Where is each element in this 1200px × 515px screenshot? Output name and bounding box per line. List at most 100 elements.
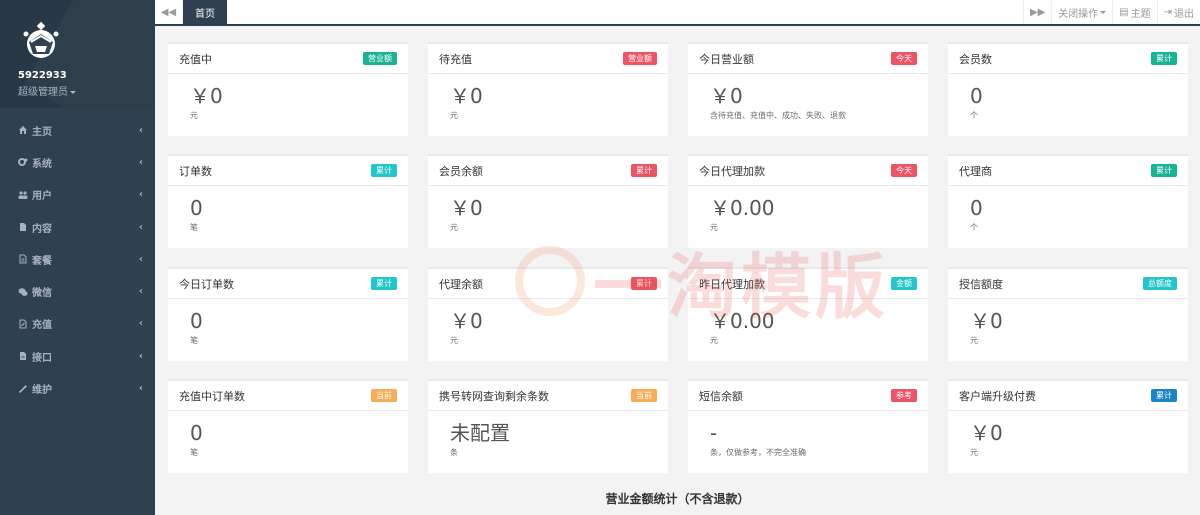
user-role-dropdown[interactable]: 超级管理员 bbox=[18, 83, 155, 98]
stat-card-header: 今日订单数 累计 bbox=[168, 269, 408, 299]
stat-card: 充值中 营业额 ￥0 元 bbox=[168, 42, 408, 136]
sidebar-item-package[interactable]: 套餐 ‹ bbox=[0, 243, 155, 275]
stat-card-badge: 累计 bbox=[1151, 389, 1177, 402]
stat-card-unit: 元 bbox=[710, 336, 718, 345]
stat-card-body: ￥0 元 bbox=[168, 74, 408, 121]
stat-card-header: 代理商 累计 bbox=[948, 156, 1188, 186]
stat-card-body: ￥0 元 bbox=[428, 299, 668, 346]
stat-card-unit: 元 bbox=[710, 223, 718, 232]
stat-card: 代理商 累计 0 个 bbox=[948, 154, 1188, 248]
cogs-icon bbox=[18, 157, 28, 167]
stat-card-badge: 金额 bbox=[891, 277, 917, 290]
stat-card-header: 短信余额 参考 bbox=[688, 381, 928, 411]
stat-card-value: ￥0 bbox=[190, 84, 223, 108]
revenue-section-title: 营业金额统计（不含退款） bbox=[605, 492, 750, 506]
sidebar-item-api[interactable]: 接口 ‹ bbox=[0, 340, 155, 372]
tab-home-label: 首页 bbox=[195, 8, 215, 20]
stat-card-header: 充值中 营业额 bbox=[168, 44, 408, 74]
stat-card-value: 0 bbox=[190, 421, 203, 445]
stat-card-title: 昨日代理加款 bbox=[699, 277, 765, 291]
file-edit-icon bbox=[18, 319, 28, 329]
file-icon bbox=[18, 222, 28, 232]
chevron-left-icon: ‹ bbox=[138, 350, 143, 362]
stat-card-value: ￥0 bbox=[450, 196, 483, 220]
stat-card-title: 今日营业额 bbox=[699, 52, 754, 66]
stat-card-title: 代理商 bbox=[959, 164, 992, 178]
wechat-icon bbox=[18, 287, 28, 297]
stat-card-value: ￥0 bbox=[970, 309, 1003, 333]
stat-card-badge: 累计 bbox=[1151, 164, 1177, 177]
stat-card-title: 携号转网查询剩余条数 bbox=[439, 389, 549, 403]
sidebar-item-label: 用户 bbox=[32, 191, 52, 203]
chevron-left-icon: ‹ bbox=[138, 156, 143, 168]
sidebar-item-content[interactable]: 内容 ‹ bbox=[0, 211, 155, 243]
stat-card-body: ￥0 含待充值、充值中、成功、失败、退款 bbox=[688, 74, 928, 121]
stat-card-title: 会员数 bbox=[959, 52, 992, 66]
stat-card-header: 今日营业额 今天 bbox=[688, 44, 928, 74]
chevron-left-icon: ‹ bbox=[138, 124, 143, 136]
stat-card-body: 0个 bbox=[948, 186, 1188, 233]
stat-card-value: 未配置 bbox=[450, 421, 510, 445]
sidebar-item-label: 主页 bbox=[32, 126, 52, 138]
theme-list-icon: ▤ bbox=[1119, 6, 1129, 18]
stat-card-title: 授信额度 bbox=[959, 277, 1003, 291]
stat-card-body: ￥0 元 bbox=[428, 74, 668, 121]
stat-card-value: 0 bbox=[190, 309, 203, 333]
stat-card-badge: 累计 bbox=[371, 164, 397, 177]
stat-card-value: ￥0.00 bbox=[710, 196, 775, 220]
stat-card-header: 会员余额 累计 bbox=[428, 156, 668, 186]
logout-button[interactable]: ⇥ 退出 bbox=[1156, 0, 1200, 24]
stat-card-badge: 总额度 bbox=[1143, 277, 1177, 290]
stat-card-badge: 营业额 bbox=[623, 52, 657, 65]
sidebar-item-home[interactable]: 主页 ‹ bbox=[0, 114, 155, 146]
stat-card-header: 授信额度 总额度 bbox=[948, 269, 1188, 299]
close-operations-dropdown[interactable]: 关闭操作 bbox=[1051, 0, 1112, 24]
stat-card-badge: 参考 bbox=[891, 389, 917, 402]
user-name: 5922933 bbox=[18, 70, 67, 81]
profile-panel: 5922933 超级管理员 bbox=[0, 0, 155, 108]
sidebar-item-users[interactable]: 用户 ‹ bbox=[0, 179, 155, 211]
tab-home[interactable]: 首页 bbox=[183, 0, 227, 24]
stat-card-unit: 笔 bbox=[190, 448, 198, 457]
stat-card-body: ￥0 元 bbox=[948, 411, 1188, 458]
stat-card-title: 充值中订单数 bbox=[179, 389, 245, 403]
stat-card-body: 未配置条 bbox=[428, 411, 668, 458]
stat-card-header: 充值中订单数 当前 bbox=[168, 381, 408, 411]
stat-card: 今日营业额 今天 ￥0 含待充值、充值中、成功、失败、退款 bbox=[688, 42, 928, 136]
stat-card-header: 订单数 累计 bbox=[168, 156, 408, 186]
stat-card: 代理余额 累计 ￥0 元 bbox=[428, 267, 668, 361]
stat-card-body: 0笔 bbox=[168, 186, 408, 233]
stat-card-title: 代理余额 bbox=[439, 277, 483, 291]
sidebar-item-label: 接口 bbox=[32, 352, 52, 364]
stat-card-title: 短信余额 bbox=[699, 389, 743, 403]
theme-button[interactable]: ▤ 主题 bbox=[1112, 0, 1156, 24]
stat-card-unit: 元 bbox=[450, 111, 458, 120]
stat-card-title: 会员余额 bbox=[439, 164, 483, 178]
tab-scroll-right-button[interactable]: ▶▶ bbox=[1023, 0, 1051, 24]
stat-card-value: ￥0.00 bbox=[710, 309, 775, 333]
logo-icon bbox=[23, 21, 59, 58]
sidebar-nav: 主页 ‹ 系统 ‹ 用户 ‹ 内容 ‹ 套餐 ‹ 微信 ‹ 充值 ‹ 接口 ‹ … bbox=[0, 108, 155, 405]
logout-label: 退出 bbox=[1174, 8, 1194, 20]
stat-card-header: 会员数 累计 bbox=[948, 44, 1188, 74]
users-icon bbox=[18, 190, 28, 200]
stat-card-header: 携号转网查询剩余条数 当前 bbox=[428, 381, 668, 411]
sidebar-item-system[interactable]: 系统 ‹ bbox=[0, 146, 155, 178]
stat-card-header: 代理余额 累计 bbox=[428, 269, 668, 299]
sidebar-item-recharge[interactable]: 充值 ‹ bbox=[0, 308, 155, 340]
file-text-icon bbox=[18, 254, 28, 264]
stat-card-badge: 累计 bbox=[631, 277, 657, 290]
tab-scroll-left-button[interactable]: ◀◀ bbox=[155, 0, 183, 24]
stat-card-body: - 条，仅做参考，不完全准确 bbox=[688, 411, 928, 458]
stat-card-title: 今日订单数 bbox=[179, 277, 234, 291]
chevron-left-icon: ‹ bbox=[138, 189, 143, 201]
stat-card-title: 充值中 bbox=[179, 52, 212, 66]
stat-card-value: 0 bbox=[970, 196, 983, 220]
dashboard-content: 充值中 营业额 ￥0 元待充值 营业额 ￥0 元今日营业额 今天 ￥0 含待充值、充值中、成功、失… bbox=[155, 26, 1200, 515]
sidebar-item-maintenance[interactable]: 维护 ‹ bbox=[0, 372, 155, 404]
sidebar-item-wechat[interactable]: 微信 ‹ bbox=[0, 275, 155, 307]
stat-card-body: ￥0.00 元 bbox=[688, 186, 928, 233]
stat-card-unit: 元 bbox=[970, 448, 978, 457]
sidebar: 5922933 超级管理员 主页 ‹ 系统 ‹ 用户 ‹ 内容 ‹ 套餐 ‹ 微… bbox=[0, 0, 155, 515]
stat-card-unit: 条，仅做参考，不完全准确 bbox=[710, 448, 806, 457]
